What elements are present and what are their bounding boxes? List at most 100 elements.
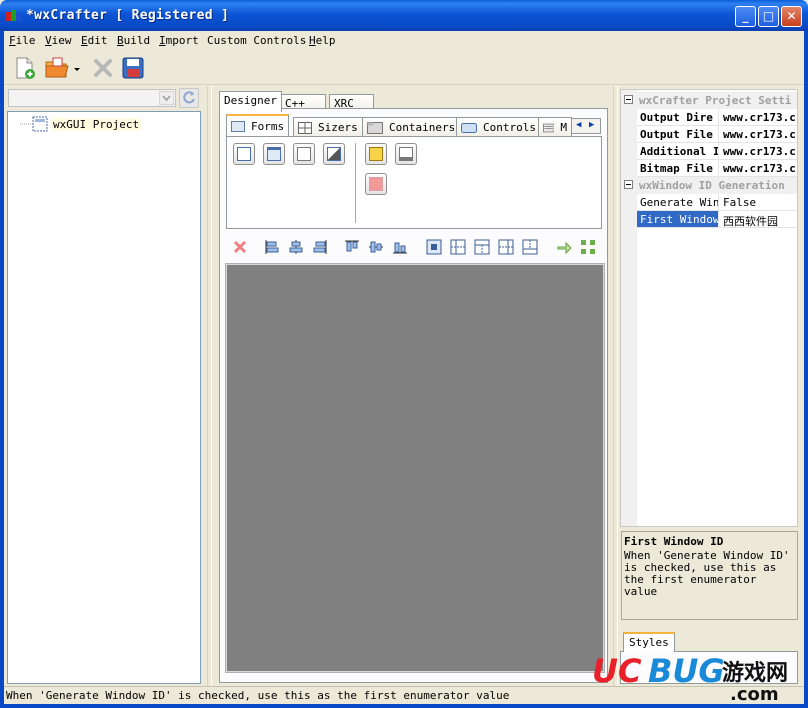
wizard-icon bbox=[327, 147, 341, 161]
project-icon bbox=[32, 116, 48, 132]
property-row[interactable]: Output Dire www.cr173.c bbox=[637, 109, 797, 126]
palette-tab-controls[interactable]: Controls bbox=[456, 117, 541, 137]
collapse-icon[interactable] bbox=[624, 95, 633, 104]
palette-nav: ◀ ▶ bbox=[571, 118, 601, 134]
property-row[interactable]: Generate Wind False bbox=[637, 194, 797, 211]
chevron-left-icon[interactable]: ◀ bbox=[576, 120, 581, 130]
grid-left-icon[interactable] bbox=[450, 239, 466, 255]
arrow-icon[interactable] bbox=[556, 239, 572, 255]
menu-custom-controls[interactable]: Custom Controls bbox=[207, 34, 306, 47]
grid-center-icon[interactable] bbox=[426, 239, 442, 255]
app-icon bbox=[6, 10, 21, 21]
align-center-icon[interactable] bbox=[288, 239, 304, 255]
svg-text:.com: .com bbox=[730, 684, 779, 705]
property-row[interactable]: Bitmap File www.cr173.c bbox=[637, 160, 797, 177]
minimize-button[interactable]: _ bbox=[735, 6, 756, 27]
menu-edit[interactable]: Edit bbox=[81, 34, 108, 47]
delete-icon[interactable] bbox=[232, 239, 248, 255]
property-row[interactable]: Output File www.cr173.c bbox=[637, 126, 797, 143]
property-category-project[interactable]: wxCrafter Project Setti bbox=[621, 92, 797, 109]
maximize-button[interactable]: □ bbox=[758, 6, 779, 27]
panel-icon bbox=[297, 147, 311, 161]
tree-item-label: wxGUI Project bbox=[51, 117, 142, 131]
image-list-icon bbox=[369, 177, 383, 191]
window-title: *wxCrafter [ Registered ] bbox=[26, 8, 230, 23]
tree-item-root[interactable]: wxGUI Project bbox=[32, 116, 142, 132]
chevron-right-icon[interactable]: ▶ bbox=[589, 120, 594, 130]
menu-bar-button[interactable] bbox=[395, 143, 417, 165]
help-description: When 'Generate Window ID' is checked, us… bbox=[624, 549, 790, 598]
property-grid[interactable]: wxCrafter Project Setti Output Dire www.c… bbox=[620, 89, 798, 527]
property-row-selected[interactable]: First Window 西西软件园 bbox=[637, 211, 797, 228]
left-splitter[interactable] bbox=[207, 86, 212, 686]
container-icon bbox=[367, 121, 383, 134]
palette-tab-sizers[interactable]: Sizers bbox=[293, 117, 363, 137]
window-frame-right bbox=[804, 31, 808, 708]
design-canvas[interactable] bbox=[225, 263, 605, 673]
property-grid-gutter bbox=[621, 90, 637, 526]
project-tree[interactable]: wxGUI Project bbox=[7, 111, 201, 684]
menu-bar-icon bbox=[399, 147, 413, 161]
refresh-icon bbox=[183, 91, 195, 104]
grid-top-icon[interactable] bbox=[474, 239, 490, 255]
popup-window-button[interactable] bbox=[365, 143, 387, 165]
menu-view[interactable]: View bbox=[45, 34, 72, 47]
frame-icon bbox=[237, 147, 251, 161]
expand-icon[interactable] bbox=[580, 239, 596, 255]
dialog-icon bbox=[267, 147, 281, 161]
property-category-id-generation[interactable]: wxWindow ID Generation bbox=[621, 177, 797, 194]
tab-designer[interactable]: Designer bbox=[219, 91, 282, 112]
title-bar[interactable]: *wxCrafter [ Registered ] _ □ ✕ bbox=[0, 0, 808, 31]
menu-import[interactable]: Import bbox=[159, 34, 199, 47]
wizard-button[interactable] bbox=[323, 143, 345, 165]
open-folder-icon[interactable] bbox=[44, 55, 70, 81]
close-button[interactable]: ✕ bbox=[781, 6, 802, 27]
menu-icon bbox=[543, 123, 555, 132]
dropdown-arrow-icon[interactable] bbox=[72, 55, 82, 81]
menu-help[interactable]: Help bbox=[309, 34, 336, 47]
menu-file[interactable]: File bbox=[9, 34, 36, 47]
align-middle-icon[interactable] bbox=[368, 239, 384, 255]
align-bottom-icon[interactable] bbox=[392, 239, 408, 255]
palette-tab-more[interactable]: M bbox=[538, 117, 572, 137]
tab-styles[interactable]: Styles bbox=[623, 632, 675, 652]
sizer-icon bbox=[298, 121, 312, 134]
window-frame-left bbox=[0, 31, 4, 708]
dialog-button[interactable] bbox=[263, 143, 285, 165]
ucbug-watermark-logo: UC BUG 游戏网 .com bbox=[592, 652, 788, 705]
grid-right-icon[interactable] bbox=[498, 239, 514, 255]
menu-bar: File View Edit Build Import Custom Contr… bbox=[4, 31, 804, 51]
popup-window-icon bbox=[369, 147, 383, 161]
panel-button[interactable] bbox=[293, 143, 315, 165]
palette-body bbox=[226, 136, 602, 229]
align-top-icon[interactable] bbox=[344, 239, 360, 255]
palette-tab-forms[interactable]: Forms bbox=[226, 114, 290, 136]
align-left-icon[interactable] bbox=[264, 239, 280, 255]
property-row[interactable]: Additional Iwww.cr173.c bbox=[637, 143, 797, 160]
tree-line bbox=[20, 123, 32, 125]
refresh-button[interactable] bbox=[179, 88, 199, 108]
frame-button[interactable] bbox=[233, 143, 255, 165]
delete-icon[interactable] bbox=[90, 55, 116, 81]
project-panel: wxGUI Project bbox=[7, 88, 201, 684]
align-right-icon[interactable] bbox=[312, 239, 328, 255]
form-icon bbox=[231, 120, 245, 132]
chevron-down-icon[interactable] bbox=[159, 91, 174, 105]
project-combo[interactable] bbox=[8, 89, 176, 107]
right-splitter[interactable] bbox=[613, 86, 618, 686]
control-icon bbox=[461, 122, 477, 133]
collapse-icon[interactable] bbox=[624, 180, 633, 189]
grid-bottom-icon[interactable] bbox=[522, 239, 538, 255]
property-help-box: First Window ID When 'Generate Window ID… bbox=[621, 531, 798, 620]
save-icon[interactable] bbox=[120, 55, 146, 81]
main-toolbar bbox=[4, 51, 804, 85]
new-file-icon[interactable] bbox=[12, 55, 38, 81]
palette-tab-containers[interactable]: Containers bbox=[362, 117, 461, 137]
alignment-toolbar bbox=[226, 236, 604, 258]
menu-build[interactable]: Build bbox=[117, 34, 150, 47]
palette-separator bbox=[355, 143, 356, 223]
help-title: First Window ID bbox=[624, 535, 724, 548]
svg-text:游戏网: 游戏网 bbox=[722, 660, 788, 686]
image-list-button[interactable] bbox=[365, 173, 387, 195]
svg-text:BUG: BUG bbox=[648, 652, 725, 690]
